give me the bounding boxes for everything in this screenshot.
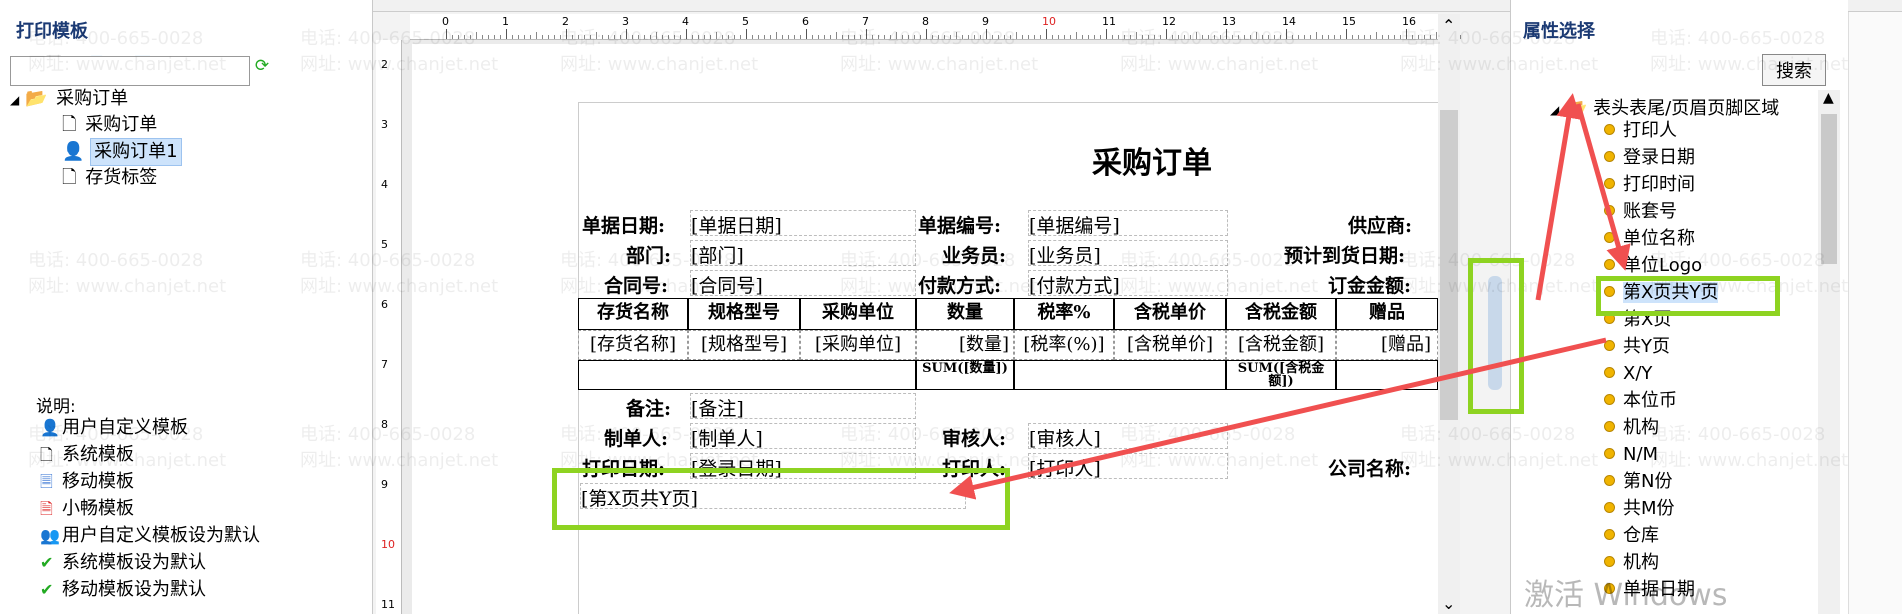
arrow-to-page-field [949,337,1607,500]
arrow-to-group [1535,93,1582,301]
annotation-arrows [949,93,1631,500]
arrow-to-item [1575,103,1631,271]
